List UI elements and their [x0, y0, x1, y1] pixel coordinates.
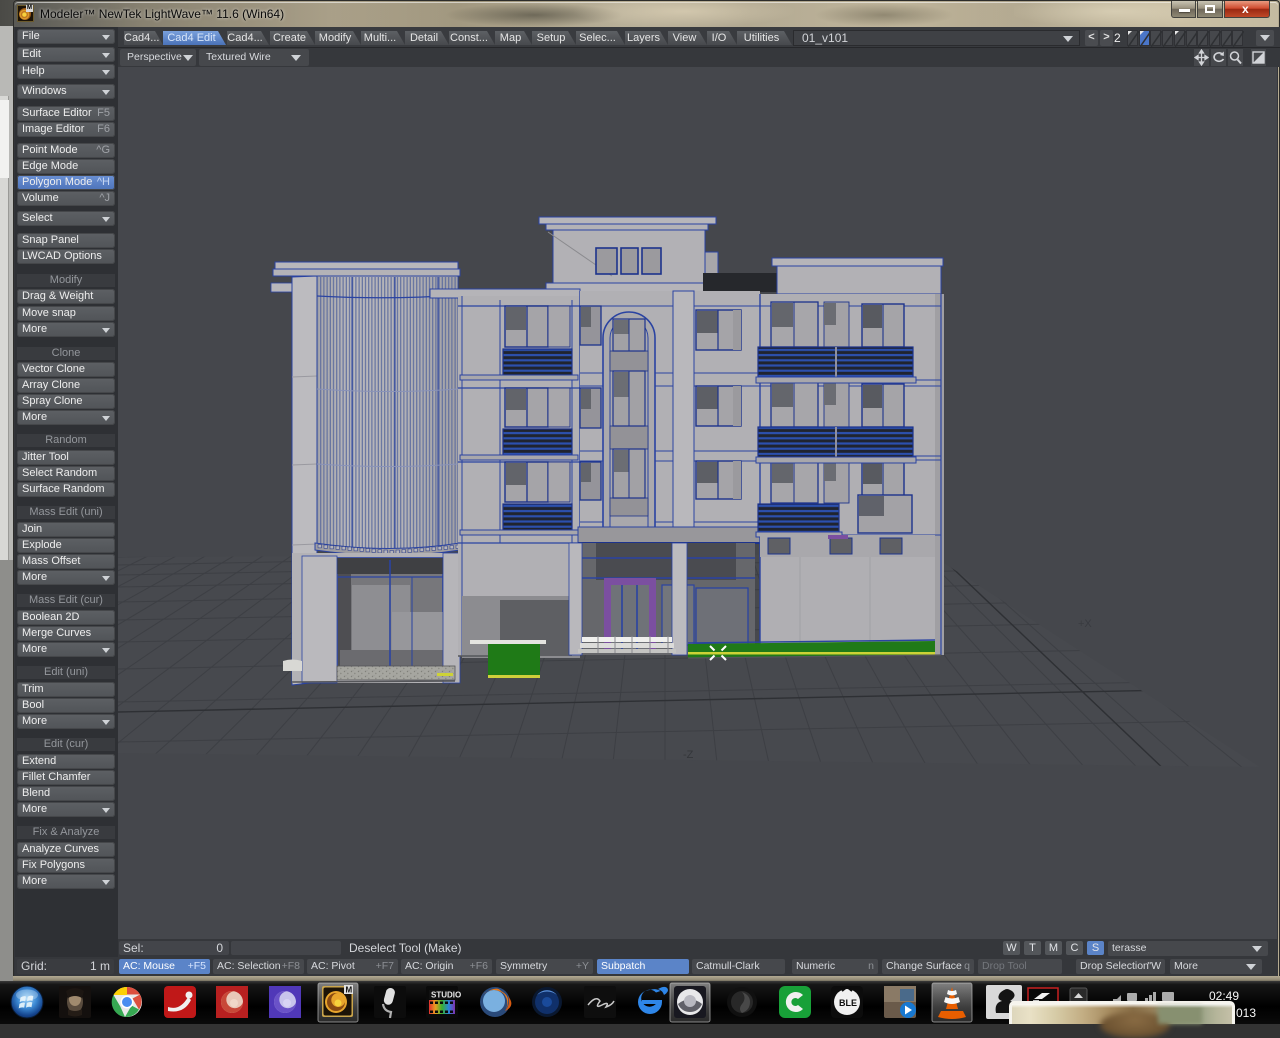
- svg-text:STUDIO: STUDIO: [431, 991, 461, 1000]
- svg-text:BLE: BLE: [839, 998, 857, 1008]
- svg-text:+X: +X: [1078, 618, 1092, 630]
- svg-text:013: 013: [1236, 1006, 1256, 1020]
- svg-text:-Z: -Z: [683, 749, 694, 761]
- svg-text:M: M: [346, 986, 353, 995]
